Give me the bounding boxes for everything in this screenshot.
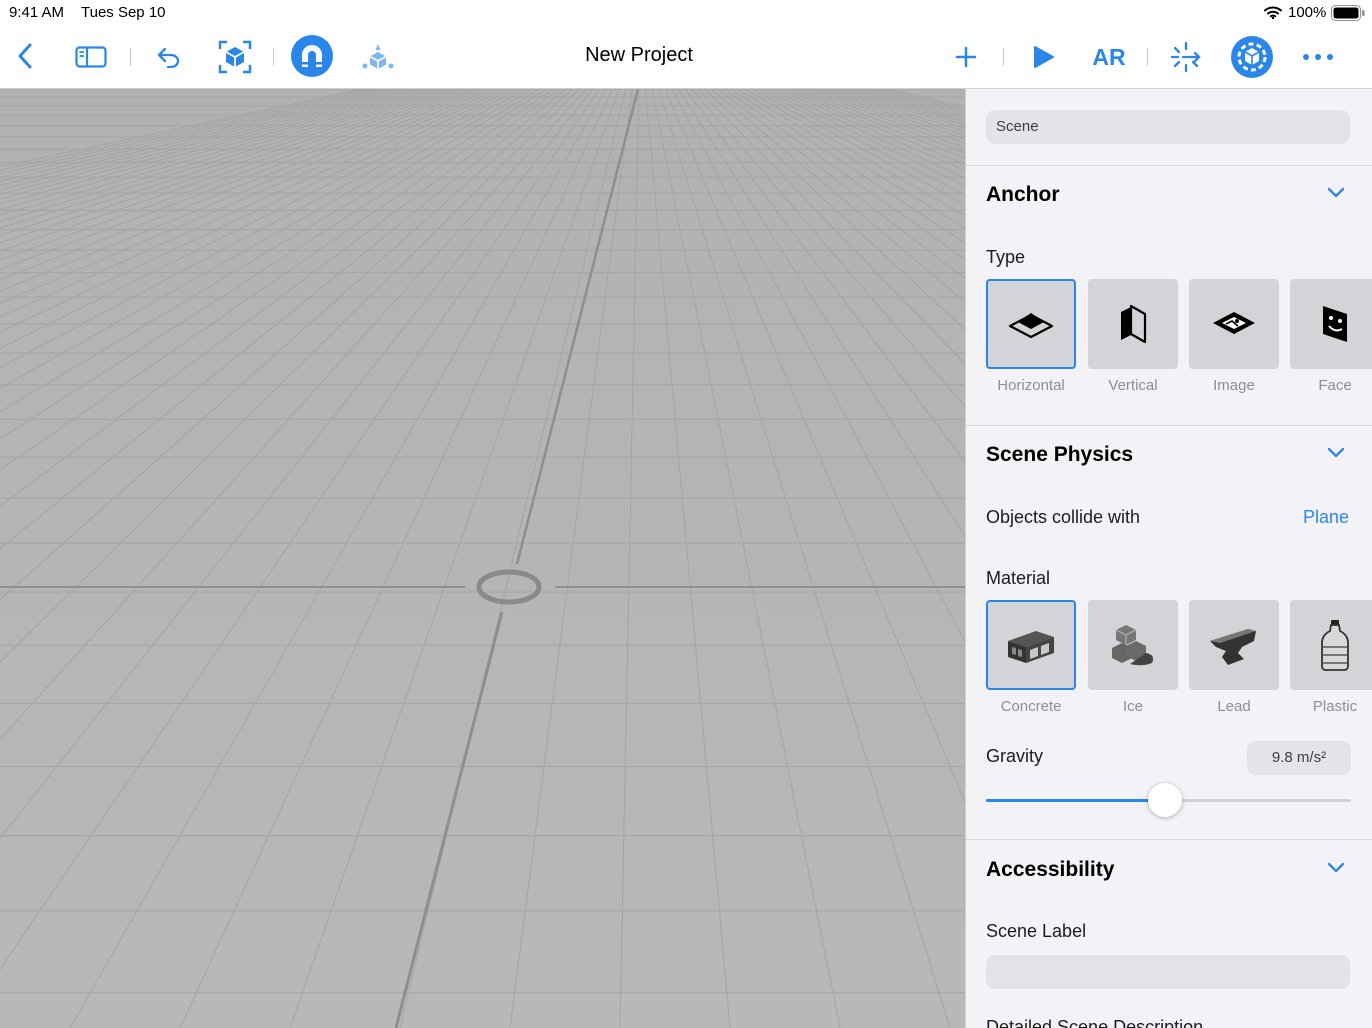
scene-physics-section-title: Scene Physics [986,443,1134,466]
material-label-plastic: Plastic [1312,698,1358,715]
ice-cubes-icon [1112,625,1154,666]
anvil-icon [1210,629,1256,665]
chevron-down-icon[interactable] [1326,445,1346,464]
add-icon[interactable] [953,44,979,70]
plastic-bottle-icon [1321,620,1349,671]
material-concrete[interactable] [986,600,1076,690]
ground-grid [0,89,966,1028]
ar-icon[interactable]: AR [1089,42,1129,72]
vertical-plane-icon [1121,304,1147,344]
wifi-icon [1264,6,1282,23]
material-label-concrete: Concrete [1000,698,1062,715]
material-plastic[interactable] [1290,600,1372,690]
scene-label-label: Scene Label [986,921,1087,941]
gravity-slider-thumb[interactable] [1147,783,1182,817]
anchor-type-horizontal[interactable] [986,279,1076,369]
anchor-section-title: Anchor [986,183,1060,206]
gravity-slider-fill [986,799,1165,802]
anchor-type-vertical[interactable] [1088,279,1178,369]
scene-name-field[interactable]: Scene [986,110,1350,144]
status-bar: 9:41 AM Tues Sep 10 100% [0,0,1372,26]
transform-icon[interactable] [1168,39,1204,75]
concrete-block-icon [1008,631,1054,663]
anchor-type-image[interactable] [1189,279,1279,369]
material-ice[interactable] [1088,600,1178,690]
status-date: Tues Sep 10 [81,4,166,21]
toolbar: New Project AR [0,26,1372,88]
play-icon[interactable] [1030,44,1056,70]
status-time: 9:41 AM [9,4,65,21]
anchor-type-label: Type [986,247,1026,267]
collide-value-link[interactable]: Plane [1303,507,1349,528]
anchor-type-label-vertical: Vertical [1108,377,1158,394]
gravity-value-field[interactable]: 9.8 m/s² [1247,741,1351,775]
anchor-type-label-image: Image [1213,377,1255,394]
scene-viewport[interactable] [0,89,966,1028]
battery-icon [1331,5,1365,25]
chevron-down-icon[interactable] [1326,185,1346,204]
collide-label: Objects collide with [986,507,1141,527]
anchor-type-face[interactable] [1290,279,1372,369]
scene-label-field[interactable] [986,955,1350,989]
project-title: New Project [585,44,693,66]
more-icon[interactable] [1300,48,1336,66]
material-lead[interactable] [1189,600,1279,690]
image-anchor-icon [1213,312,1255,334]
material-label-ice: Ice [1122,698,1143,715]
scene-description-label: Detailed Scene Description [986,1017,1204,1028]
inspector-panel: Scene Anchor Type Horizontal Vertical Im… [966,89,1372,1028]
gravity-label: Gravity [986,746,1044,766]
material-label: Material [986,568,1051,588]
gravity-slider[interactable] [986,783,1351,817]
face-anchor-icon [1323,306,1347,342]
horizontal-plane-icon [1008,313,1054,339]
anchor-type-label-horizontal: Horizontal [997,377,1065,394]
anchor-type-label-face: Face [1318,377,1352,394]
chevron-down-icon[interactable] [1326,860,1346,879]
scene-settings-icon[interactable] [1230,35,1274,79]
accessibility-section-title: Accessibility [986,858,1115,881]
material-label-lead: Lead [1217,698,1251,715]
battery-percent: 100% [1288,4,1327,21]
